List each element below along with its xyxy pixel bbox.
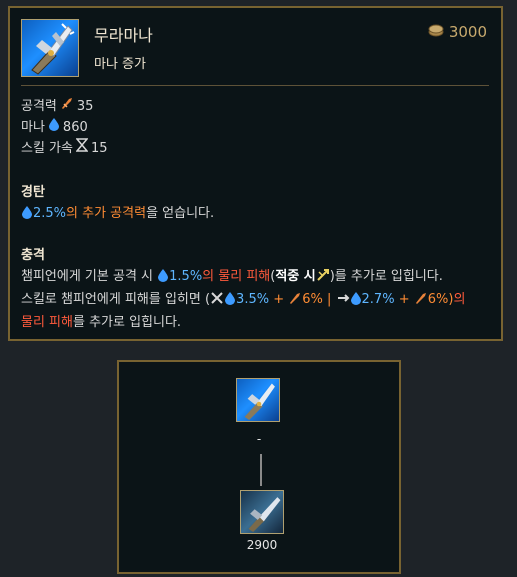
physical-damage: 물리 피해 [21, 315, 73, 330]
shock-line-3: 물리 피해를 추가로 입힙니다. [21, 312, 493, 333]
physical-damage: 의 물리 피해 [202, 269, 271, 284]
stat-label: 마나 [21, 120, 45, 135]
shock-line-2: 스킬로 챔피언에게 피해를 입히면 ( 3.5% + 6% | 2.7% + 6%… [21, 289, 493, 312]
text: + [394, 292, 414, 307]
text: )를 추가로 입힙니다. [329, 269, 443, 284]
on-hit-icon [316, 268, 330, 289]
attack-damage-icon [414, 291, 428, 312]
stat-attack-damage: 공격력 35 [21, 96, 108, 117]
mana-icon [21, 205, 33, 226]
shock-line-1: 챔피언에게 기본 공격 시 1.5%의 물리 피해(적중 시 )를 추가로 입힙… [21, 266, 493, 289]
attack-damage-icon [60, 96, 74, 117]
stat-label: 공격력 [21, 99, 57, 114]
stats-list: 공격력 35 마나 860 스킬 가속 15 [21, 96, 108, 159]
gold-coin-icon [427, 23, 445, 41]
manamune-node-price: 2900 [246, 538, 278, 552]
ranged-ad-percent: 6%) [427, 292, 454, 307]
stat-value: 15 [90, 141, 108, 156]
manamune-node-icon[interactable] [240, 490, 284, 534]
on-hit-label: 적중 시 [275, 269, 316, 284]
item-tooltip: 무라마나 마나 증가 3000 공격력 35 마나 860 스킬 가속 15 경… [8, 6, 503, 341]
passive-title: 충격 [21, 248, 45, 263]
text: 의 [453, 292, 466, 307]
mana-icon [224, 291, 236, 312]
passive-shock: 충격 챔피언에게 기본 공격 시 1.5%의 물리 피해(적중 시 )를 추가로… [21, 245, 493, 333]
awe-percent: 2.5% [33, 206, 67, 221]
ability-haste-icon [75, 138, 89, 159]
passive-awe: 경탄 2.5%의 추가 공격력을 얻습니다. [21, 182, 493, 226]
attack-damage-icon [288, 291, 302, 312]
melee-ad-percent: 6% [302, 292, 323, 307]
header-divider [21, 85, 489, 86]
mana-icon [350, 291, 362, 312]
muramana-item-icon [21, 19, 79, 77]
tree-connector [260, 454, 262, 486]
mana-icon [157, 268, 169, 289]
text: 스킬로 챔피언에게 피해를 입히면 ( [21, 292, 211, 307]
muramana-node-label: - [256, 432, 262, 446]
item-subtitle: 마나 증가 [94, 57, 146, 72]
tooltip-body: 무라마나 마나 증가 3000 공격력 35 마나 860 스킬 가속 15 경… [10, 8, 501, 339]
shock-percent: 1.5% [169, 269, 203, 284]
stat-ability-haste: 스킬 가속 15 [21, 138, 108, 159]
awe-rest: 을 얻습니다. [146, 206, 215, 221]
passive-title: 경탄 [21, 185, 45, 200]
text: | [322, 292, 336, 307]
ranged-icon [336, 291, 350, 312]
item-price: 3000 [427, 23, 487, 41]
build-tree-panel: - 2900 [117, 360, 401, 574]
awe-bonus-ad: 의 추가 공격력 [66, 206, 147, 221]
melee-mana-percent: 3.5% [236, 292, 270, 307]
ranged-mana-percent: 2.7% [361, 292, 395, 307]
stat-value: 35 [76, 99, 94, 114]
price-value: 3000 [448, 23, 487, 41]
muramana-node-icon[interactable] [236, 378, 280, 422]
stat-label: 스킬 가속 [21, 141, 73, 156]
stat-value: 860 [62, 120, 88, 135]
mana-icon [48, 117, 60, 138]
stat-mana: 마나 860 [21, 117, 108, 138]
item-name: 무라마나 [94, 26, 153, 45]
melee-icon [210, 291, 224, 312]
text: 를 추가로 입힙니다. [72, 315, 182, 330]
passive-description: 2.5%의 추가 공격력을 얻습니다. [21, 203, 493, 226]
text: + [269, 292, 289, 307]
text: 챔피언에게 기본 공격 시 [21, 269, 158, 284]
